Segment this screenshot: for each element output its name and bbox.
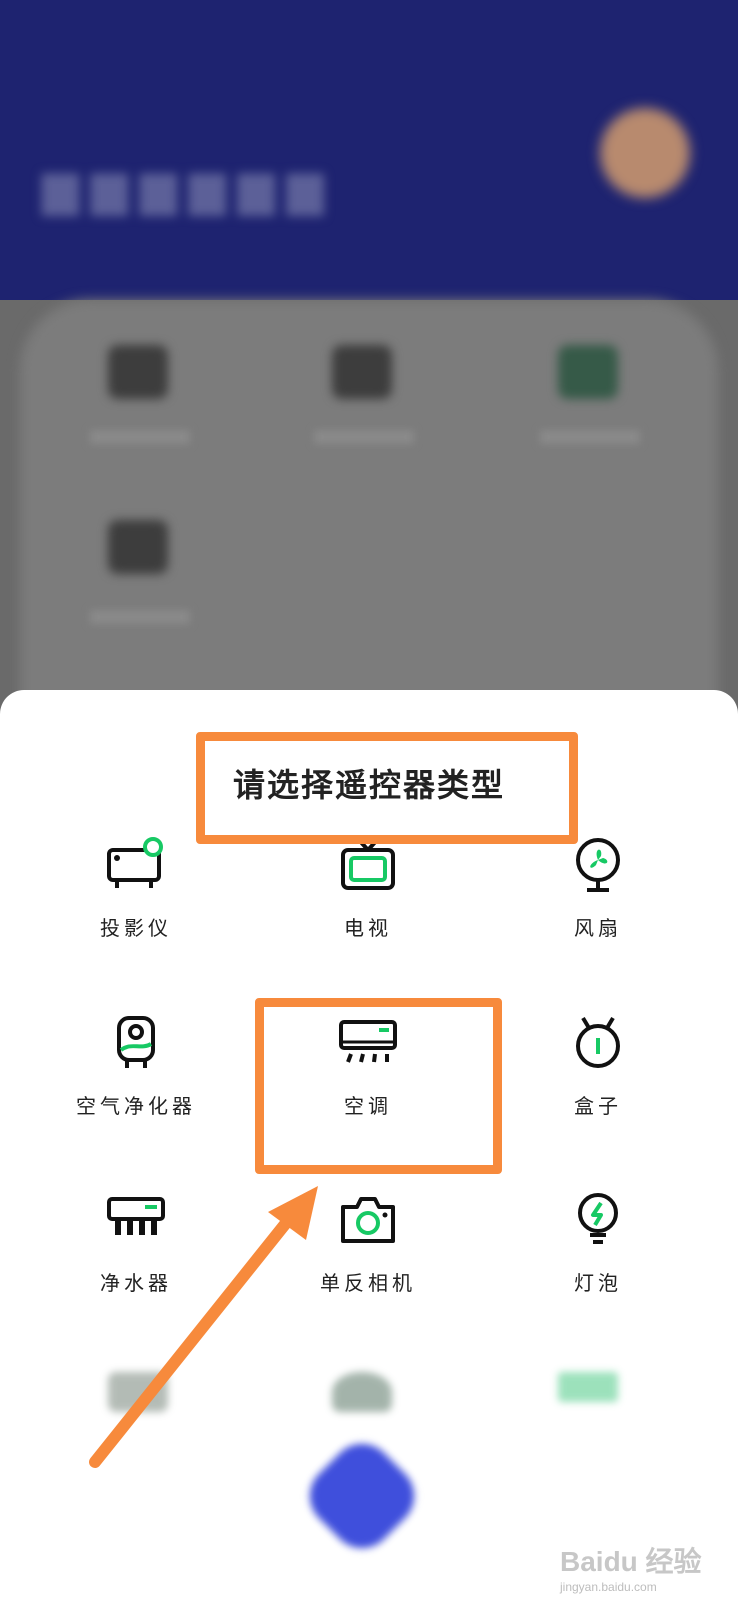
watermark: Baidu 经验 jingyan.baidu.com bbox=[560, 1540, 730, 1594]
watermark-brand: Baidu 经验 bbox=[560, 1546, 702, 1577]
watermark-url: jingyan.baidu.com bbox=[560, 1580, 657, 1594]
annotation-arrow bbox=[89, 1186, 318, 1468]
